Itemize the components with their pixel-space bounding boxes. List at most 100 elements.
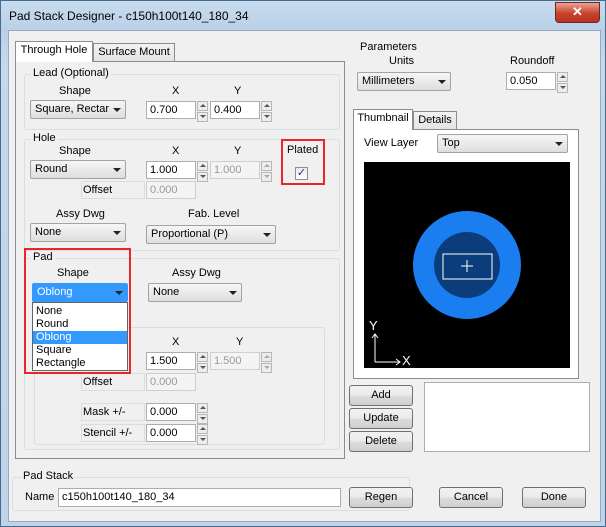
dialog-client-area: Through Hole Surface Mount Lead (Optiona… — [8, 30, 601, 522]
spin-down-icon[interactable] — [197, 172, 208, 182]
pad-offset-label: Offset — [83, 376, 113, 388]
pad-y-input: 1.500 — [210, 352, 260, 370]
fab-level-combo[interactable]: Proportional (P) — [146, 225, 276, 244]
hole-assy-dwg-value: None — [35, 226, 62, 238]
mask-input[interactable]: 0.000 — [146, 403, 196, 421]
stencil-input[interactable]: 0.000 — [146, 424, 196, 442]
spin-up-icon[interactable] — [197, 161, 208, 171]
tab-through-hole[interactable]: Through Hole — [15, 41, 93, 62]
hole-shape-value: Round — [35, 163, 68, 175]
chevron-down-icon — [555, 142, 563, 146]
hole-assy-dwg-combo[interactable]: None — [30, 223, 126, 242]
pad-stack-group-label: Pad Stack — [21, 470, 76, 482]
pad-assy-dwg-value: None — [153, 286, 180, 298]
spin-up-icon[interactable] — [197, 352, 208, 362]
spin-down-icon[interactable] — [557, 83, 568, 93]
roundoff-input[interactable]: 0.050 — [506, 72, 556, 90]
pad-preview-drawing — [371, 211, 521, 366]
hole-y-label: Y — [234, 145, 242, 157]
view-layer-combo[interactable]: Top — [437, 134, 568, 153]
done-button[interactable]: Done — [522, 487, 586, 508]
cancel-button[interactable]: Cancel — [439, 487, 503, 508]
lead-x-input[interactable]: 0.700 — [146, 101, 196, 119]
hole-assy-dwg-label: Assy Dwg — [56, 208, 105, 220]
delete-button[interactable]: Delete — [349, 431, 413, 452]
lead-shape-combo[interactable]: Square, Rectar — [30, 100, 126, 119]
spin-up-icon — [261, 161, 272, 171]
hole-shape-combo[interactable]: Round — [30, 160, 126, 179]
spin-down-icon[interactable] — [197, 414, 208, 424]
parameters-label: Parameters — [360, 41, 417, 53]
lead-group-label: Lead (Optional) — [31, 67, 111, 79]
hole-y-input: 1.000 — [210, 161, 260, 179]
stencil-spinner[interactable] — [197, 424, 208, 445]
tab-details[interactable]: Details — [413, 111, 457, 130]
hole-shape-label: Shape — [59, 145, 91, 157]
hole-y-spinner — [261, 161, 272, 182]
spin-down-icon[interactable] — [197, 435, 208, 445]
mask-spinner[interactable] — [197, 403, 208, 424]
spin-down-icon — [261, 363, 272, 373]
stencil-label: Stencil +/- — [83, 427, 133, 439]
chevron-down-icon — [438, 80, 446, 84]
pad-list-box[interactable] — [424, 382, 590, 452]
spin-down-icon[interactable] — [261, 112, 272, 122]
pad-assy-dwg-combo[interactable]: None — [148, 283, 242, 302]
tab-surface-mount[interactable]: Surface Mount — [93, 43, 175, 62]
pad-x-label: X — [172, 336, 180, 348]
hole-x-label: X — [172, 145, 180, 157]
chevron-down-icon — [263, 233, 271, 237]
title-bar[interactable]: Pad Stack Designer - c150h100t140_180_34… — [1, 1, 605, 29]
pad-assy-dwg-label: Assy Dwg — [172, 267, 221, 279]
spin-down-icon — [261, 172, 272, 182]
hole-x-spinner[interactable] — [197, 161, 208, 182]
roundoff-label: Roundoff — [510, 55, 555, 67]
chevron-down-icon — [113, 168, 121, 172]
chevron-down-icon — [229, 291, 237, 295]
roundoff-spinner[interactable] — [557, 72, 568, 93]
pad-offset-input: 0.000 — [146, 373, 196, 391]
spin-up-icon[interactable] — [197, 424, 208, 434]
lead-y-spinner[interactable] — [261, 101, 272, 122]
pad-x-input[interactable]: 1.500 — [146, 352, 196, 370]
add-button[interactable]: Add — [349, 385, 413, 406]
pad-stack-designer-window: Pad Stack Designer - c150h100t140_180_34… — [0, 0, 606, 527]
close-button[interactable]: ✕ — [555, 2, 600, 23]
pad-stack-name-label: Name — [25, 491, 55, 503]
thumbnail-canvas[interactable]: Y X — [364, 162, 570, 368]
axis-x-label: X — [402, 353, 411, 368]
lead-y-label: Y — [234, 85, 242, 97]
units-combo[interactable]: Millimeters — [357, 72, 451, 91]
lead-shape-label: Shape — [59, 85, 91, 97]
hole-offset-label: Offset — [83, 184, 113, 196]
lead-x-spinner[interactable] — [197, 101, 208, 122]
spin-down-icon[interactable] — [197, 112, 208, 122]
spin-up-icon[interactable] — [197, 403, 208, 413]
chevron-down-icon — [113, 231, 121, 235]
units-label: Units — [389, 55, 415, 67]
mask-label: Mask +/- — [83, 406, 126, 418]
spin-up-icon[interactable] — [197, 101, 208, 111]
hole-x-input[interactable]: 1.000 — [146, 161, 196, 179]
lead-shape-value: Square, Rectar — [35, 103, 109, 115]
highlight-plated — [281, 139, 325, 185]
pad-x-spinner[interactable] — [197, 352, 208, 373]
axis-y-label: Y — [369, 318, 378, 333]
regen-button[interactable]: Regen — [349, 487, 413, 508]
pad-stack-name-input[interactable]: c150h100t140_180_34 — [58, 488, 341, 507]
update-button[interactable]: Update — [349, 408, 413, 429]
view-layer-value: Top — [442, 137, 460, 149]
spin-up-icon[interactable] — [557, 72, 568, 82]
view-layer-label: View Layer — [364, 137, 419, 149]
pad-y-spinner — [261, 352, 272, 373]
tab-thumbnail[interactable]: Thumbnail — [353, 109, 413, 130]
lead-y-input[interactable]: 0.400 — [210, 101, 260, 119]
pad-y-label: Y — [236, 336, 244, 348]
units-value: Millimeters — [362, 75, 415, 87]
spin-up-icon[interactable] — [261, 101, 272, 111]
chevron-down-icon — [113, 108, 121, 112]
spin-down-icon[interactable] — [197, 363, 208, 373]
hole-offset-input: 0.000 — [146, 181, 196, 199]
fab-level-value: Proportional (P) — [151, 228, 229, 240]
window-title: Pad Stack Designer - c150h100t140_180_34 — [9, 9, 249, 23]
